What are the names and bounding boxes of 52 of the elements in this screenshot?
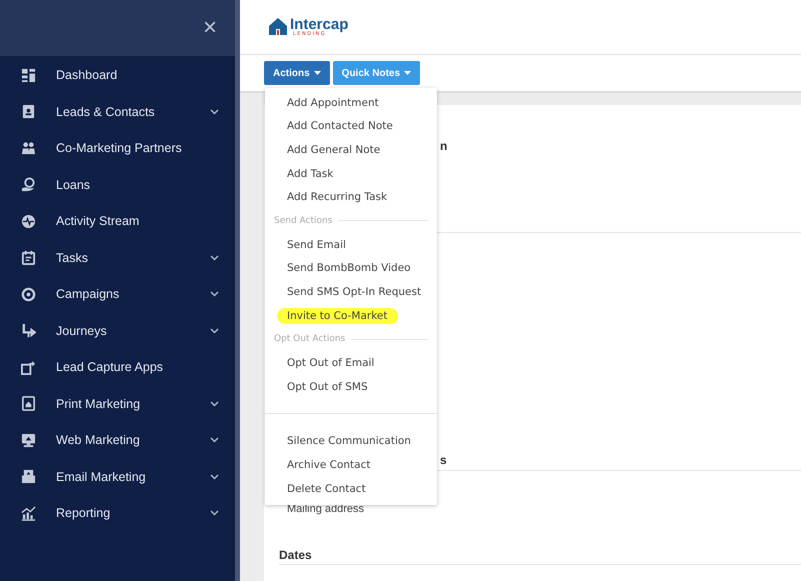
caret-down-icon <box>314 71 321 75</box>
menu-item-icon <box>21 396 36 412</box>
sidebar-item[interactable]: Print Marketing <box>0 386 235 422</box>
sidebar-item[interactable]: Email Marketing <box>0 458 235 495</box>
menu-item[interactable]: Add Recurring Task <box>265 185 437 209</box>
menu-item-icon <box>21 506 36 521</box>
caret-down-icon <box>404 71 412 75</box>
menu-item-icon <box>21 286 36 302</box>
house-icon <box>268 17 288 37</box>
menu-item[interactable]: Add General Note <box>265 138 437 162</box>
menu-item[interactable]: Add Appointment <box>265 91 437 115</box>
field-label: Mailing address <box>286 503 364 515</box>
close-icon[interactable]: × <box>202 14 217 42</box>
sidebar-item[interactable]: Dashboard <box>0 57 235 94</box>
menu-item-icon <box>21 177 36 192</box>
menu-item[interactable]: Add Task <box>265 162 437 186</box>
menu-item[interactable]: Send Email <box>265 232 437 257</box>
section-heading: Dates <box>279 548 312 562</box>
menu-item-icon <box>21 68 36 83</box>
menu-item[interactable]: Delete Contact <box>265 476 437 500</box>
menu-item-icon <box>21 104 36 120</box>
section-heading: s <box>440 453 447 467</box>
menu-item[interactable]: Send SMS Opt-In Request <box>265 280 437 304</box>
menu-item-icon <box>21 214 36 229</box>
menu-item-icon <box>21 250 36 266</box>
menu-item[interactable]: Invite to Co-Market <box>265 304 437 328</box>
sidebar-item[interactable]: Tasks <box>0 240 235 276</box>
menu-item-icon <box>21 360 36 375</box>
section-heading: n <box>440 139 448 153</box>
menu-section-header: Send Actions <box>274 216 332 226</box>
sidebar-item[interactable]: Campaigns <box>0 276 235 312</box>
sidebar-item[interactable]: Web Marketing <box>0 422 235 458</box>
menu-section-header: Opt Out Actions <box>274 334 346 344</box>
sidebar-item[interactable]: Journeys <box>0 312 235 349</box>
sidebar-item[interactable]: Lead Capture Apps <box>0 349 235 386</box>
sidebar-item[interactable]: Activity Stream <box>0 203 235 240</box>
menu-item-icon <box>21 140 36 156</box>
menu-item[interactable]: Opt Out of Email <box>265 351 437 375</box>
menu-item-icon <box>21 323 36 338</box>
dropdown-button[interactable]: Actions <box>264 61 330 85</box>
menu-item[interactable]: Archive Contact <box>265 453 437 477</box>
menu-item[interactable]: Silence Communication <box>265 430 437 454</box>
menu-item-icon <box>21 469 36 484</box>
highlight-mark: Invite to Co-Market <box>277 308 398 324</box>
sidebar-item[interactable]: Leads & Contacts <box>0 94 235 130</box>
menu-item[interactable]: Opt Out of SMS <box>265 374 437 399</box>
sidebar-item[interactable]: Reporting <box>0 495 235 532</box>
sidebar-item[interactable]: Co-Marketing Partners <box>0 130 235 166</box>
menu-item-icon <box>21 432 36 448</box>
sidebar-item[interactable]: Loans <box>0 166 235 203</box>
menu-item[interactable]: Send BombBomb Video <box>265 256 437 280</box>
menu-item[interactable]: Add Contacted Note <box>265 114 437 138</box>
